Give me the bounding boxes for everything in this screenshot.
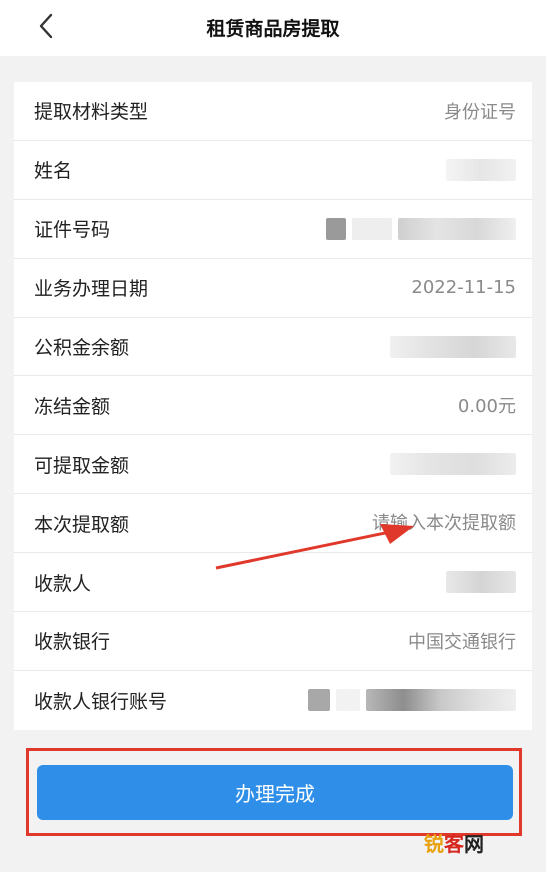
watermark-logo: 锐客网: [424, 832, 484, 856]
row-label: 证件号码: [34, 219, 111, 242]
row-fund-balance: 公积金余额: [14, 318, 532, 377]
redacted-value: [390, 453, 516, 476]
row-payee: 收款人: [14, 553, 532, 613]
row-label: 冻结金额: [34, 395, 111, 418]
redacted-value: [446, 571, 516, 594]
row-name: 姓名: [14, 141, 532, 200]
row-withdraw-amount[interactable]: 本次提取额: [14, 494, 532, 554]
row-value: [296, 512, 516, 534]
row-material-type[interactable]: 提取材料类型 身份证号: [14, 82, 532, 141]
row-value: 身份证号: [444, 101, 516, 123]
row-id-number: 证件号码: [14, 200, 532, 259]
row-label: 业务办理日期: [34, 278, 149, 301]
row-value: 2022-11-15: [411, 277, 516, 299]
row-payee-bank[interactable]: 收款银行 中国交通银行: [14, 612, 532, 671]
redacted-value: [308, 689, 516, 712]
row-label: 姓名: [34, 160, 73, 183]
redacted-value: [326, 217, 516, 240]
section-gap: [14, 56, 532, 82]
withdraw-amount-input[interactable]: [296, 512, 516, 534]
app-header: 租赁商品房提取: [0, 0, 546, 56]
row-label: 本次提取额: [34, 513, 130, 536]
row-value: 0.00元: [457, 396, 516, 418]
redacted-value: [390, 335, 516, 358]
row-label: 可提取金额: [34, 454, 130, 477]
page-title: 租赁商品房提取: [206, 18, 340, 40]
row-frozen-amount: 冻结金额 0.00元: [14, 376, 532, 436]
form-list: 提取材料类型 身份证号 姓名 证件号码 业务办理日期 2022-11-15 公积…: [14, 82, 532, 730]
row-label: 收款人银行账号: [34, 690, 168, 713]
row-label: 收款银行: [34, 631, 111, 654]
annotation-highlight-box: 办理完成: [26, 748, 522, 836]
redacted-value: [446, 158, 516, 181]
row-payee-account: 收款人银行账号: [14, 671, 532, 730]
row-label: 提取材料类型: [34, 101, 149, 124]
row-withdrawable-amount: 可提取金额: [14, 435, 532, 495]
row-business-date: 业务办理日期 2022-11-15: [14, 259, 532, 318]
row-label: 公积金余额: [34, 337, 130, 359]
row-value: 中国交通银行: [408, 631, 516, 653]
row-label: 收款人: [34, 572, 92, 595]
complete-button[interactable]: 办理完成: [37, 765, 513, 820]
